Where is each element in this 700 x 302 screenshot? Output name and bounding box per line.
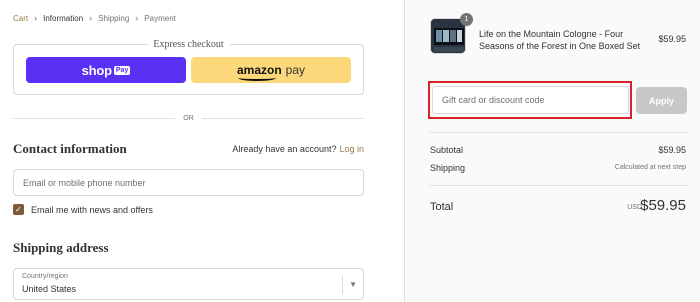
country-label: Country/region <box>22 273 68 280</box>
express-checkout-box: Express checkout shop Pay amazon pay <box>13 39 364 95</box>
email-field[interactable] <box>13 169 364 196</box>
discount-code-input[interactable] <box>433 87 628 113</box>
country-select[interactable]: Country/region United States ▼ <box>13 268 364 300</box>
account-prompt-text: Already have an account? <box>232 144 337 154</box>
discount-code-field[interactable] <box>432 86 629 114</box>
or-label: OR <box>183 114 194 122</box>
breadcrumb-payment: Payment <box>144 13 176 23</box>
breadcrumb-information: Information <box>43 13 84 23</box>
chevron-right-icon: › <box>135 13 139 23</box>
summary-divider <box>430 132 687 133</box>
shipping-title: Shipping address <box>13 240 109 255</box>
amazon-smile-icon <box>237 75 276 81</box>
country-value: United States <box>22 284 77 294</box>
shipping-label: Shipping <box>430 163 466 173</box>
subtotal-value: $59.95 <box>658 145 686 155</box>
amazon-pay-button[interactable]: amazon pay <box>191 57 351 83</box>
divider-line <box>201 117 364 119</box>
checkout-main-panel: Cart › Information › Shipping › Payment … <box>0 0 404 302</box>
breadcrumb: Cart › Information › Shipping › Payment <box>13 13 176 23</box>
subtotal-label: Subtotal <box>430 145 464 155</box>
express-checkout-title: Express checkout <box>147 39 230 50</box>
product-price: $59.95 <box>658 34 686 44</box>
amazon-pay-text: pay <box>285 63 306 77</box>
or-divider: OR <box>13 112 364 124</box>
shop-pay-badge: Pay <box>113 65 131 75</box>
apply-button[interactable]: Apply <box>636 87 687 114</box>
amazon-logo: amazon <box>237 63 282 81</box>
product-name: Life on the Mountain Cologne - Four Seas… <box>479 29 641 51</box>
breadcrumb-shipping: Shipping <box>98 13 130 23</box>
shipping-value: Calculated at next step <box>614 164 686 171</box>
chevron-down-icon: ▼ <box>349 280 357 289</box>
shop-pay-logo-text: shop <box>81 62 112 78</box>
newsletter-checkbox[interactable]: ✓ <box>13 204 24 215</box>
product-image <box>431 19 465 53</box>
total-divider <box>430 185 687 186</box>
chevron-right-icon: › <box>89 13 93 23</box>
contact-title: Contact information <box>13 141 127 156</box>
order-summary-panel: 1 Life on the Mountain Cologne - Four Se… <box>404 0 700 302</box>
total-label: Total <box>430 201 454 213</box>
email-input[interactable] <box>14 170 363 195</box>
divider-line <box>13 117 176 119</box>
select-divider <box>342 276 343 294</box>
checkmark-icon: ✓ <box>15 204 22 214</box>
breadcrumb-cart[interactable]: Cart <box>13 14 28 23</box>
newsletter-label: Email me with news and offers <box>31 204 153 215</box>
total-value: $59.95 <box>640 197 686 214</box>
login-link[interactable]: Log in <box>339 144 364 154</box>
quantity-badge: 1 <box>460 13 473 26</box>
shop-pay-button[interactable]: shop Pay <box>26 57 186 83</box>
newsletter-option[interactable]: ✓ Email me with news and offers <box>13 204 153 215</box>
account-prompt: Already have an account? Log in <box>232 144 364 154</box>
chevron-right-icon: › <box>34 13 38 23</box>
